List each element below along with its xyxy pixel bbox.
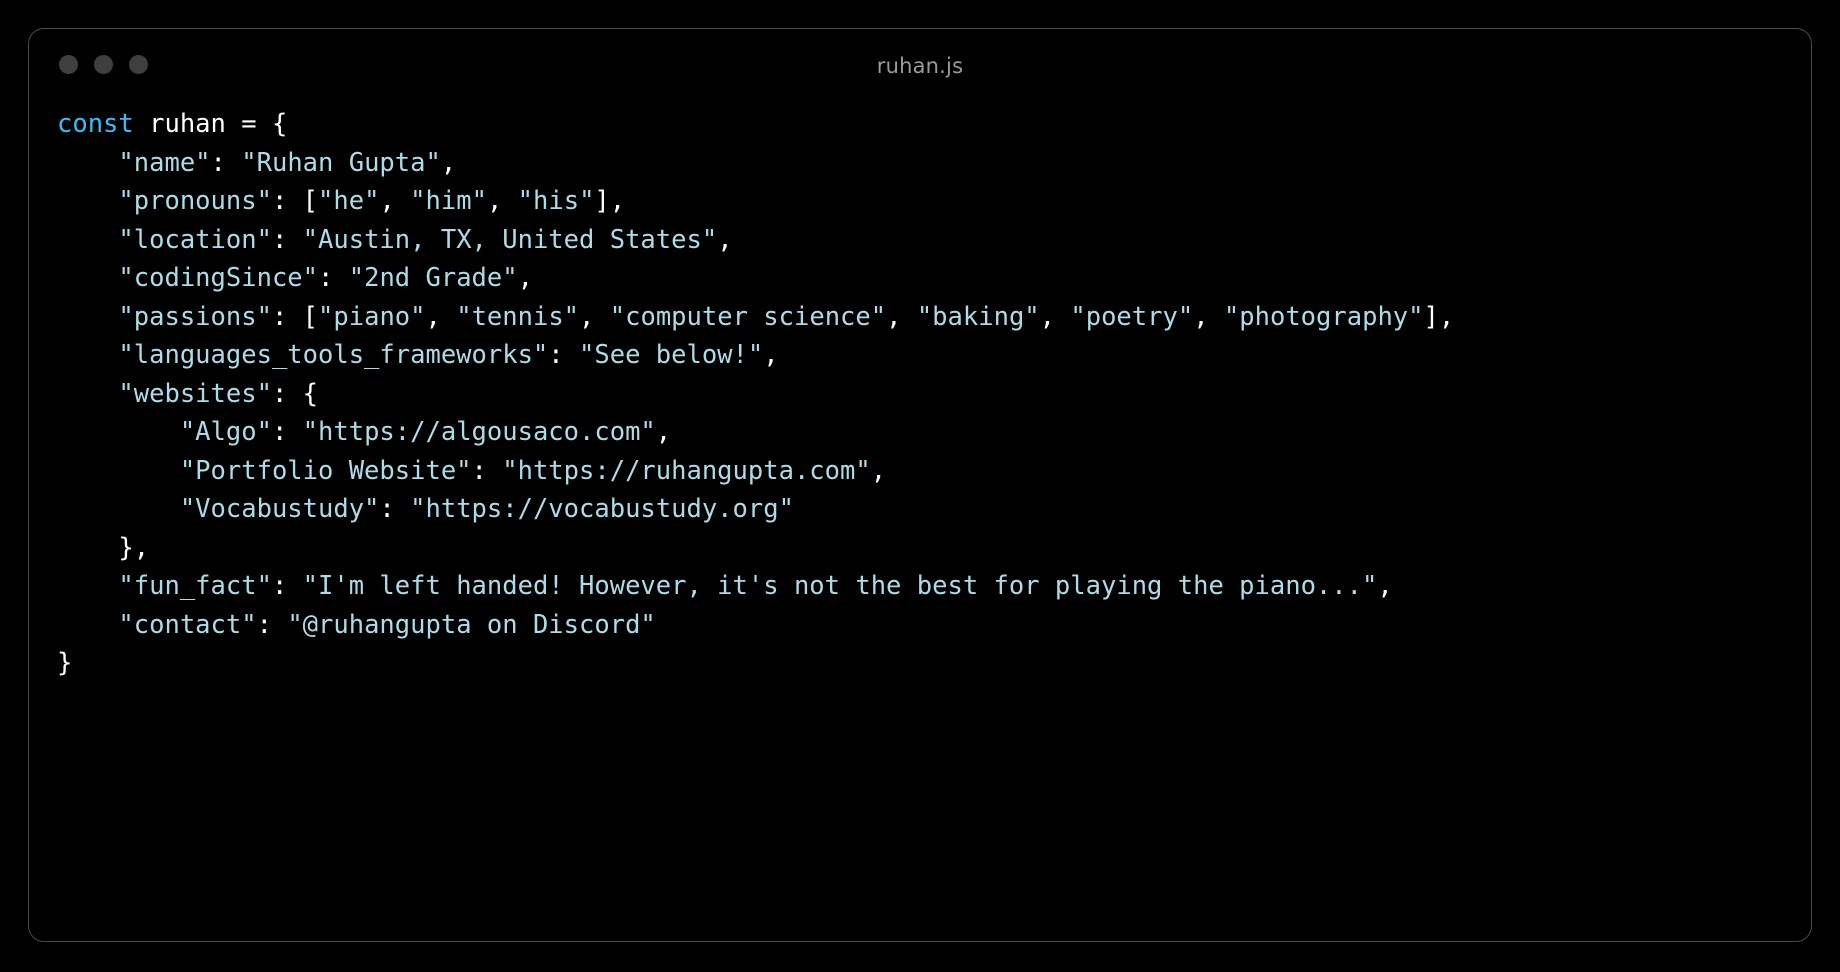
value-languages: "See below!" xyxy=(579,340,764,370)
code-line-declaration: const ruhan = { xyxy=(57,105,1811,144)
colon: : xyxy=(548,340,580,370)
code-line-end-brace: } xyxy=(57,644,1811,683)
key-coding-since: "codingSince" xyxy=(118,263,319,293)
colon: : xyxy=(271,571,303,601)
code-line-websites-close: }, xyxy=(57,529,1811,568)
keyword-const: const xyxy=(57,109,134,139)
comma: , xyxy=(379,186,411,216)
comma: , xyxy=(517,263,533,293)
pronoun-his: "his" xyxy=(517,186,595,216)
passion-piano: "piano" xyxy=(318,301,426,332)
code-line-websites-open: "websites": { xyxy=(57,375,1811,414)
code-block: const ruhan = { "name": "Ruhan Gupta", "… xyxy=(29,105,1811,683)
key-name: "name" xyxy=(118,147,211,178)
comma: , xyxy=(870,455,887,486)
value-name: "Ruhan Gupta" xyxy=(241,147,441,178)
close-brace-comma: }, xyxy=(118,532,150,563)
open-bracket: [ xyxy=(302,301,319,332)
window-titlebar: ruhan.js xyxy=(29,29,1811,105)
value-contact: "@ruhangupta on Discord" xyxy=(287,609,656,640)
code-line-languages: "languages_tools_frameworks": "See below… xyxy=(57,336,1811,375)
comma: , xyxy=(763,340,779,370)
colon: : xyxy=(271,378,303,409)
passion-poetry: "poetry" xyxy=(1070,301,1194,332)
value-algo-url[interactable]: "https://algousaco.com" xyxy=(303,417,656,447)
code-window: ruhan.js const ruhan = { "name": "Ruhan … xyxy=(28,28,1812,942)
value-vocabustudy-url[interactable]: "https://vocabustudy.org" xyxy=(410,494,794,524)
colon: : xyxy=(471,455,503,486)
key-pronouns: "pronouns" xyxy=(118,186,272,216)
comma: , xyxy=(440,147,457,178)
colon: : xyxy=(379,494,411,524)
comma: , xyxy=(1377,571,1393,601)
comma: , xyxy=(655,417,672,447)
comma: , xyxy=(486,186,518,216)
code-line-location: "location": "Austin, TX, United States", xyxy=(57,221,1811,260)
key-passions: "passions" xyxy=(118,301,272,332)
code-line-algo: "Algo": "https://algousaco.com", xyxy=(57,413,1811,452)
comma: , xyxy=(886,301,917,332)
code-line-vocabustudy: "Vocabustudy": "https://vocabustudy.org" xyxy=(57,490,1811,529)
colon: : xyxy=(318,263,349,293)
key-algo: "Algo" xyxy=(179,417,272,447)
key-vocabustudy: "Vocabustudy" xyxy=(179,494,380,524)
close-bracket: ], xyxy=(1423,301,1455,332)
colon: : xyxy=(271,186,303,216)
code-line-portfolio: "Portfolio Website": "https://ruhangupta… xyxy=(57,452,1811,491)
passion-baking: "baking" xyxy=(916,301,1040,332)
code-line-coding-since: "codingSince": "2nd Grade", xyxy=(57,259,1811,298)
pronoun-him: "him" xyxy=(410,186,487,216)
open-brace: { xyxy=(302,378,319,409)
value-coding-since: "2nd Grade" xyxy=(348,263,518,293)
colon: : xyxy=(256,609,288,640)
open-bracket: [ xyxy=(302,186,319,216)
code-line-name: "name": "Ruhan Gupta", xyxy=(57,144,1811,183)
window-title: ruhan.js xyxy=(876,54,964,78)
value-portfolio-url[interactable]: "https://ruhangupta.com" xyxy=(502,456,870,486)
passion-tennis: "tennis" xyxy=(456,301,580,332)
colon: : xyxy=(271,224,303,255)
key-websites: "websites" xyxy=(118,378,272,409)
variable-name: ruhan xyxy=(133,109,242,139)
key-location: "location" xyxy=(118,224,272,255)
value-location: "Austin, TX, United States" xyxy=(302,224,718,255)
code-line-fun-fact: "fun_fact": "I'm left handed! However, i… xyxy=(57,567,1811,606)
code-line-contact: "contact": "@ruhangupta on Discord" xyxy=(57,606,1811,645)
value-fun-fact: "I'm left handed! However, it's not the … xyxy=(302,571,1378,601)
close-brace: } xyxy=(57,648,73,678)
comma: , xyxy=(717,224,733,255)
comma: , xyxy=(1039,301,1071,332)
comma: , xyxy=(579,301,610,332)
code-line-passions: "passions": ["piano", "tennis", "compute… xyxy=(57,298,1811,337)
comma: , xyxy=(1193,301,1224,332)
colon: : xyxy=(271,301,303,332)
key-portfolio-website: "Portfolio Website" xyxy=(179,455,472,486)
colon: : xyxy=(271,417,303,447)
passion-photography: "photography" xyxy=(1223,301,1424,332)
key-fun-fact: "fun_fact" xyxy=(118,571,272,601)
key-contact: "contact" xyxy=(118,609,257,640)
close-bracket: ], xyxy=(594,186,626,216)
assign-open-brace: = { xyxy=(241,109,288,139)
passion-computer-science: "computer science" xyxy=(609,301,887,332)
comma: , xyxy=(425,301,457,332)
pronoun-he: "he" xyxy=(318,186,380,216)
key-languages-tools-frameworks: "languages_tools_frameworks" xyxy=(118,340,549,370)
code-line-pronouns: "pronouns": ["he", "him", "his"], xyxy=(57,182,1811,221)
colon: : xyxy=(210,147,242,178)
